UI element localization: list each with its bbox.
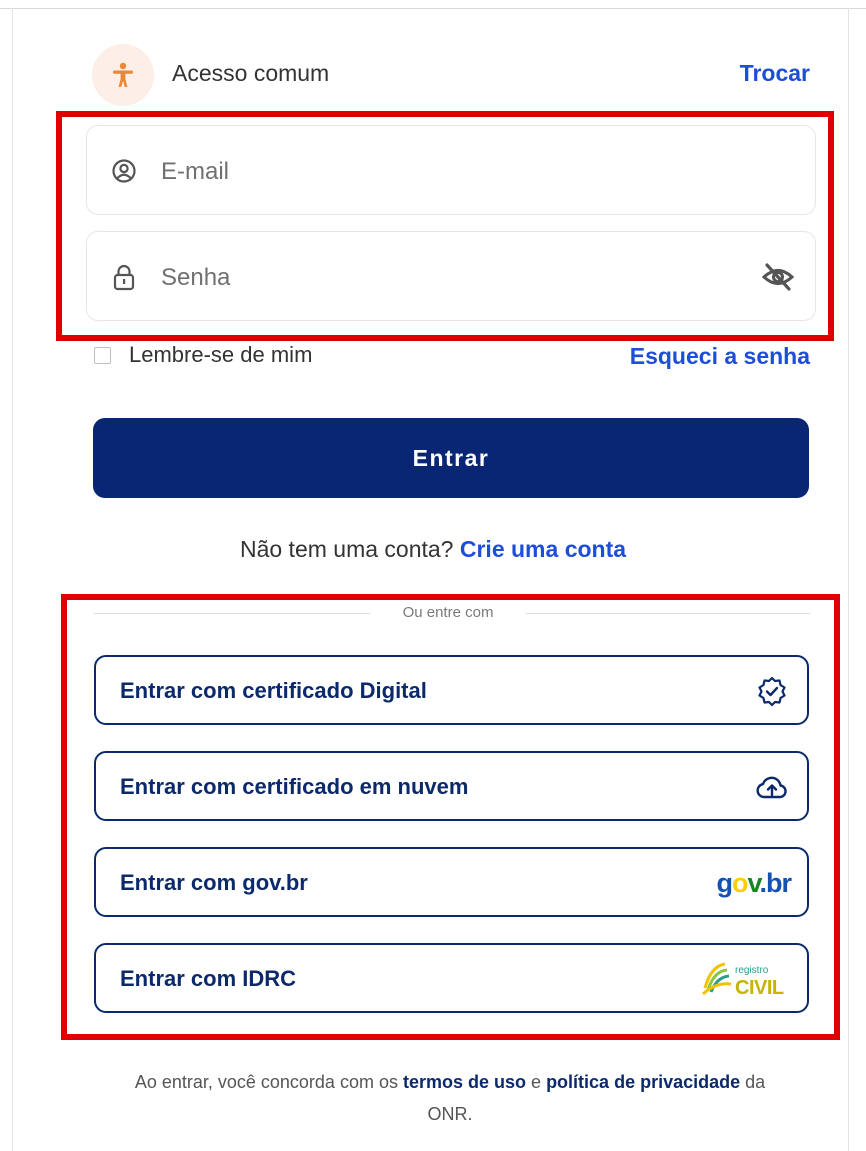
- remember-me-row[interactable]: Lembre-se de mim: [94, 340, 312, 370]
- terms-of-use-link[interactable]: termos de uso: [403, 1072, 526, 1092]
- access-type-row: Acesso comum Trocar: [92, 42, 810, 106]
- forgot-password-link[interactable]: Esqueci a senha: [630, 343, 810, 370]
- login-submit-button[interactable]: Entrar: [93, 418, 809, 498]
- window-right-border: [848, 8, 849, 1151]
- terms-conjunction: e: [531, 1072, 542, 1092]
- alternative-login-highlight: [61, 594, 840, 1040]
- remember-me-label[interactable]: Lembre-se de mim: [129, 342, 312, 368]
- terms-prefix: Ao entrar, você concorda com os: [134, 1072, 398, 1092]
- signup-prompt-text: Não tem uma conta?: [239, 536, 454, 562]
- access-type-label: Acesso comum: [172, 60, 330, 86]
- terms-notice: Ao entrar, você concorda com os termos d…: [120, 1066, 780, 1130]
- signup-prompt: Não tem uma conta? Crie uma conta: [0, 536, 866, 563]
- create-account-link[interactable]: Crie uma conta: [460, 536, 626, 562]
- remember-me-checkbox[interactable]: [94, 346, 111, 364]
- accessibility-person-icon: [92, 44, 154, 106]
- privacy-policy-link[interactable]: política de privacidade: [546, 1072, 740, 1092]
- login-fields-highlight: [56, 111, 834, 341]
- window-left-border: [12, 8, 13, 1151]
- switch-access-link[interactable]: Trocar: [740, 60, 810, 87]
- window-top-border: [0, 8, 866, 9]
